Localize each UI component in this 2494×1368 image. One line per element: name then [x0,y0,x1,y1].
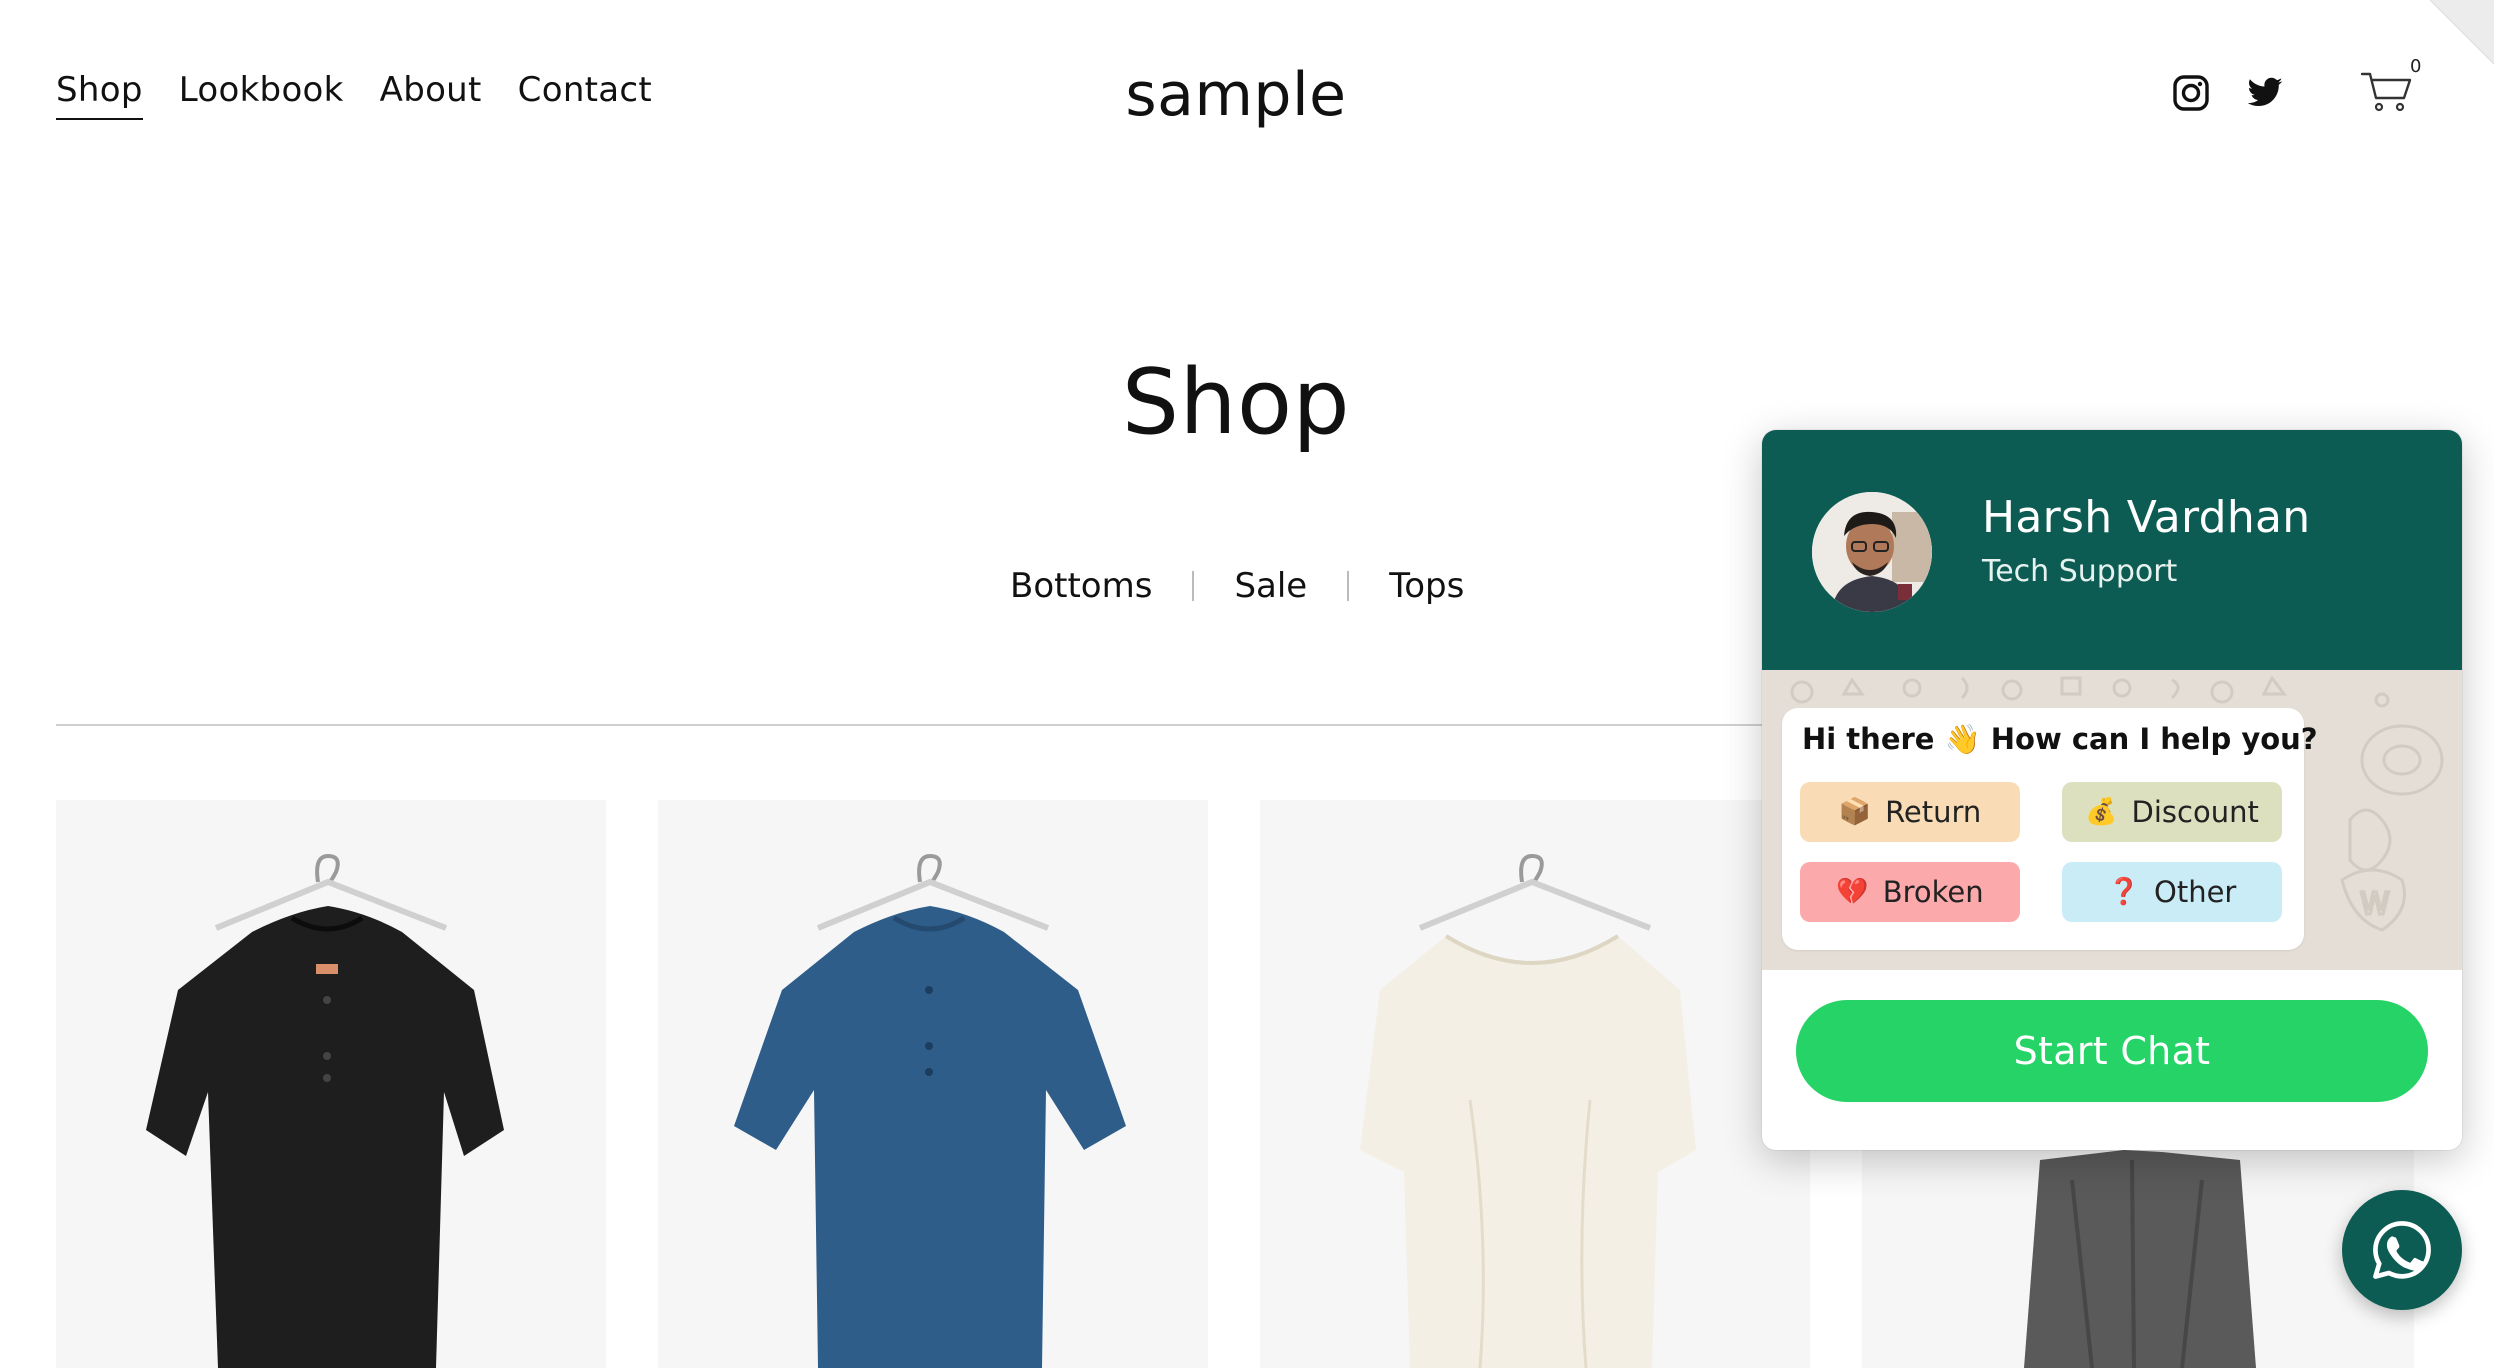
greeting-text: Hi there 👋 How can I help you? [1802,722,2318,756]
broken-heart-icon: 💔 [1836,877,1869,907]
twitter-icon[interactable] [2246,74,2284,112]
page-curl-decoration [2430,0,2494,64]
product-image [734,853,1126,1368]
package-icon: 📦 [1838,797,1872,827]
greeting-bubble: Hi there 👋 How can I help you? 📦 Return … [1782,708,2318,950]
product-card[interactable] [658,800,1208,1368]
whatsapp-icon [2373,1221,2431,1279]
product-card[interactable] [56,800,606,1368]
product-card[interactable] [1260,800,1810,1368]
option-return-button[interactable]: 📦 Return [1800,782,2020,842]
site-logo[interactable]: sample [0,60,2472,130]
cart-count: 0 [2410,56,2422,77]
option-label: Discount [2131,795,2259,829]
money-bag-icon: 💰 [2085,797,2118,827]
option-label: Return [1885,795,1982,829]
option-label: Other [2154,875,2237,909]
chat-widget: Harsh Vardhan Tech Support W Hi there 👋 … [1762,430,2462,1150]
option-discount-button[interactable]: 💰 Discount [2062,782,2282,842]
filter-divider [1192,571,1195,601]
option-broken-button[interactable]: 💔 Broken [1800,862,2020,922]
option-label: Broken [1882,875,1984,909]
category-filters: Bottoms Sale Tops [1010,566,1464,606]
avatar [1812,492,1932,612]
agent-role: Tech Support [1982,554,2178,589]
product-image [1360,853,1696,1368]
social-links [2172,74,2284,112]
start-chat-button[interactable]: Start Chat [1796,1000,2428,1102]
chat-header: Harsh Vardhan Tech Support [1762,430,2462,670]
filter-divider [1347,571,1350,601]
chat-footer: Start Chat [1762,970,2462,1150]
svg-text:W: W [2360,887,2390,922]
instagram-icon[interactable] [2172,74,2210,112]
whatsapp-fab-button[interactable] [2342,1190,2462,1310]
filter-tops[interactable]: Tops [1389,566,1464,606]
option-other-button[interactable]: ❓ Other [2062,862,2282,922]
cart-icon[interactable] [2360,68,2414,114]
question-mark-icon: ❓ [2107,877,2141,907]
product-image [146,853,504,1368]
chat-body: W Hi there 👋 How can I help you? 📦 Retur… [1762,670,2462,970]
agent-name: Harsh Vardhan [1982,492,2311,543]
filter-bottoms[interactable]: Bottoms [1010,566,1152,606]
filter-sale[interactable]: Sale [1234,566,1307,606]
